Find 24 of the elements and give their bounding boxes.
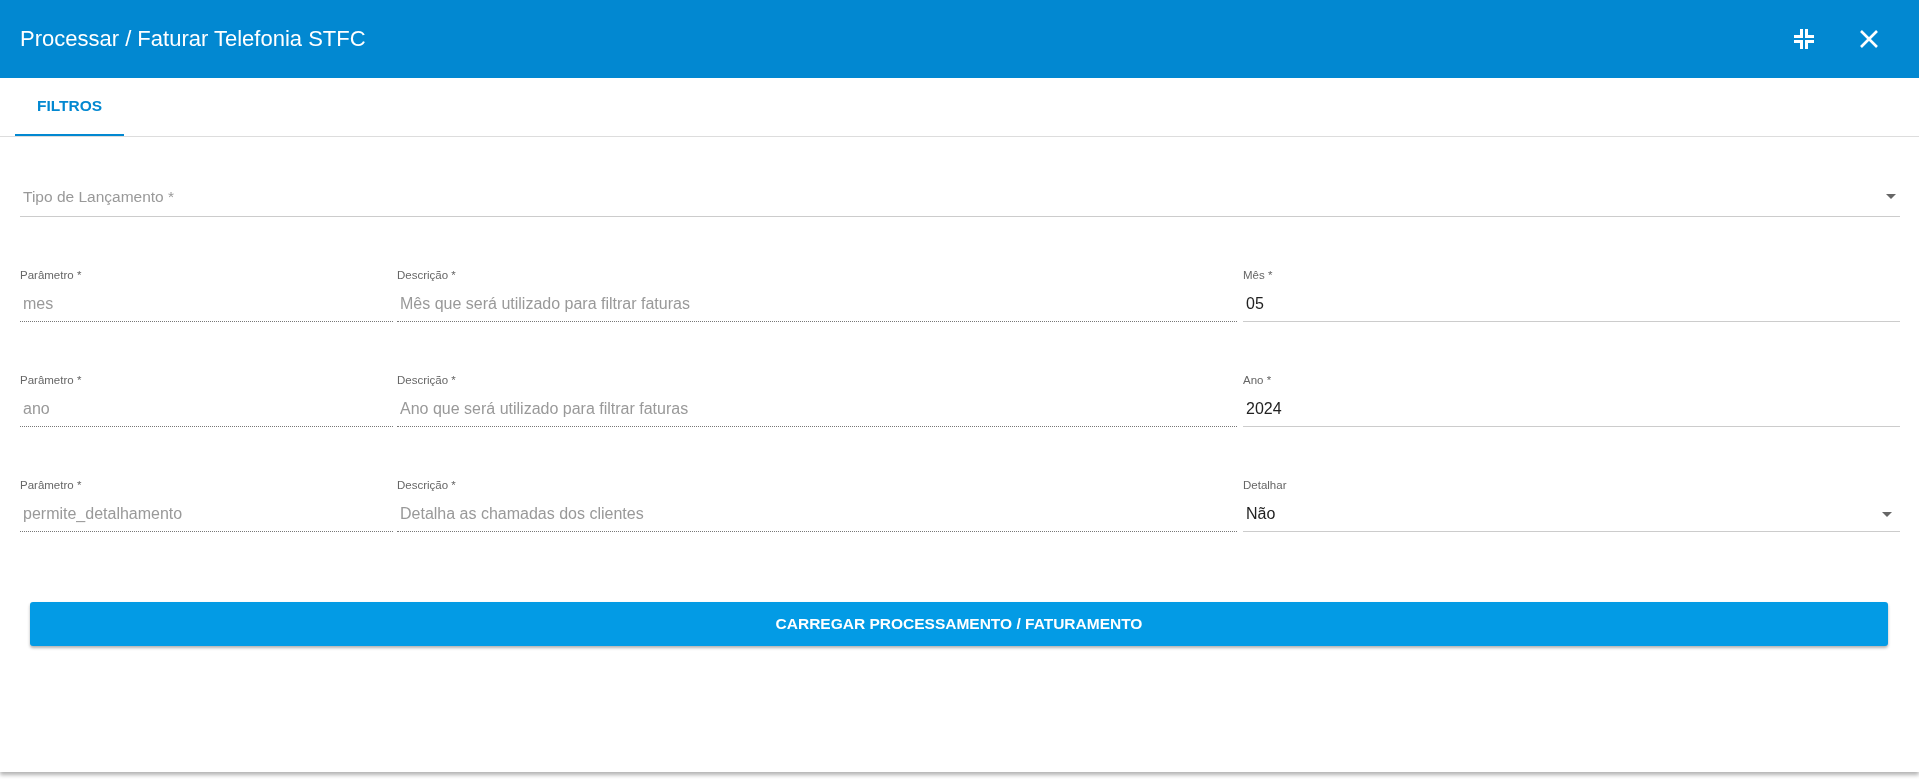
input-field: permite_detalhamento	[20, 503, 393, 532]
select-field[interactable]: Não	[1243, 503, 1900, 532]
field-label: Descrição *	[397, 374, 457, 388]
field-label: Descrição *	[397, 479, 457, 493]
window-title: Processar / Faturar Telefonia STFC	[20, 26, 366, 52]
field-label: Ano *	[1243, 374, 1273, 388]
field-label: Detalhar	[1243, 479, 1288, 493]
input-field: Ano que será utilizado para filtrar faturas	[397, 398, 1237, 427]
input-field: ano	[20, 398, 393, 427]
caret-icon	[1886, 194, 1896, 199]
field-label: Mês *	[1243, 269, 1274, 283]
field-label: Parâmetro *	[20, 374, 83, 388]
input-field: Mês que será utilizado para filtrar faturas	[397, 293, 1237, 322]
field-label: Parâmetro *	[20, 479, 83, 493]
field-label: Descrição *	[397, 269, 457, 283]
input-field: mes	[20, 293, 393, 322]
filters-tab[interactable]: FILTROS	[15, 78, 125, 136]
collapse-icon[interactable]	[1794, 29, 1814, 49]
caret-icon	[1882, 511, 1892, 517]
input-field[interactable]: 05	[1243, 293, 1900, 322]
close-icon[interactable]	[1859, 29, 1879, 49]
input-field: Detalha as chamadas dos clientes	[397, 503, 1237, 532]
field-label: Parâmetro *	[20, 269, 83, 283]
input-field[interactable]: 2024	[1243, 398, 1900, 427]
